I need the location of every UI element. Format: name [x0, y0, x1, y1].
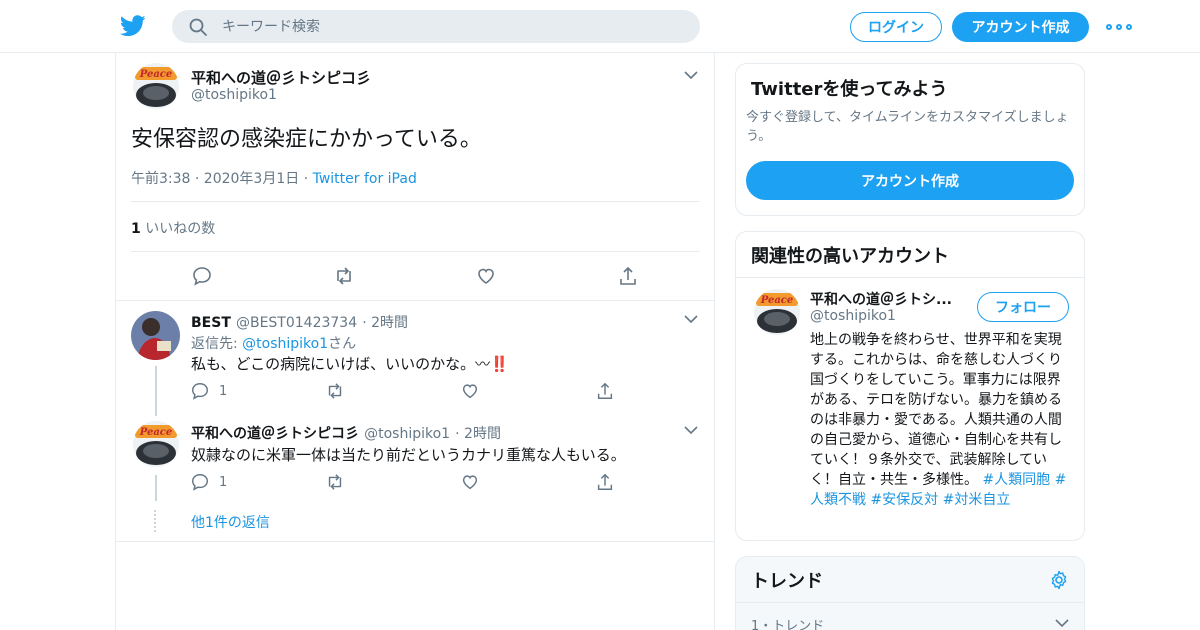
reply-author-name[interactable]: BEST	[191, 315, 231, 331]
try-twitter-title: Twitterを使ってみよう	[751, 79, 948, 100]
hashtag-link[interactable]: #人類同胞	[982, 472, 1050, 488]
like-heart-icon[interactable]	[460, 472, 480, 492]
thread-dots	[154, 510, 158, 532]
trend-item-label[interactable]: 1・トレンド	[751, 615, 824, 630]
retweet-icon[interactable]	[333, 265, 355, 287]
search-bar[interactable]	[172, 10, 700, 43]
reply-count: 1	[219, 384, 228, 399]
divider	[736, 277, 1084, 278]
divider	[131, 251, 700, 252]
related-account-avatar[interactable]: Peace	[754, 289, 800, 335]
login-button[interactable]: ログイン	[850, 12, 942, 42]
share-icon[interactable]	[595, 472, 615, 492]
trends-title: トレンド	[751, 571, 823, 592]
signup-button[interactable]: アカウント作成	[746, 161, 1074, 200]
likes-label: いいねの数	[145, 221, 216, 237]
peace-avatar-image: Peace	[133, 421, 179, 467]
divider	[131, 201, 700, 202]
share-icon[interactable]	[617, 265, 639, 287]
author-handle[interactable]: @toshipiko1	[191, 87, 277, 103]
reply-author-handle[interactable]: @toshipiko1	[364, 426, 450, 442]
reply-to-suffix: さん	[328, 336, 357, 352]
try-twitter-card: Twitterを使ってみよう 今すぐ登録して、タイムラインをカスタマイズしましょ…	[735, 63, 1085, 216]
tweet-source-link[interactable]: Twitter for iPad	[313, 171, 417, 187]
meta-separator: ·	[303, 171, 309, 187]
tweet-timestamp[interactable]: 午前3:38 · 2020年3月1日	[131, 171, 299, 187]
related-accounts-title: 関連性の高いアカウント	[751, 246, 949, 267]
chevron-down-icon[interactable]	[1055, 618, 1069, 628]
avatar-logo-text: Peace	[760, 295, 794, 306]
avatar-logo-text: Peace	[139, 427, 173, 438]
bio-text: 地上の戦争を終わらせ、世界平和を実現する。これからは、命を慈しむ人づくり国づくり…	[810, 332, 1062, 488]
reply-count: 1	[219, 475, 228, 490]
related-accounts-card: 関連性の高いアカウント Peace 平和への道＠彡トシ... @toshipik…	[735, 231, 1085, 541]
like-heart-icon[interactable]	[460, 381, 480, 401]
follow-button[interactable]: フォロー	[977, 292, 1069, 322]
more-options-icon[interactable]	[1106, 17, 1132, 37]
reply-author-avatar[interactable]: Peace	[133, 421, 179, 467]
share-icon[interactable]	[595, 381, 615, 401]
hashtag-link[interactable]: #安保反対	[870, 492, 938, 508]
reply-time[interactable]: · 2時間	[455, 426, 501, 442]
tweet-text: 安保容認の感染症にかかっている。	[131, 127, 482, 152]
hashtag-link[interactable]: #対米自立	[943, 492, 1011, 508]
chevron-down-icon[interactable]	[684, 314, 698, 324]
reply-text: 私も、どこの病院にいけば、いいのかな。〰‼️	[191, 355, 509, 373]
twitter-bird-icon[interactable]	[120, 14, 146, 38]
try-twitter-desc: 今すぐ登録して、タイムラインをカスタマイズしましょう。	[746, 110, 1069, 144]
reply-icon[interactable]	[191, 265, 213, 287]
avatar-logo-text: Peace	[139, 69, 173, 80]
divider	[736, 602, 1084, 603]
main-timeline-column: Peace 平和への道＠彡トシピコ彡 @toshipiko1 安保容認の感染症に…	[115, 53, 715, 630]
related-account-name[interactable]: 平和への道＠彡トシ...	[810, 289, 952, 309]
reply-time[interactable]: · 2時間	[362, 315, 408, 331]
search-input[interactable]	[222, 18, 662, 35]
related-account-handle[interactable]: @toshipiko1	[810, 308, 896, 324]
chevron-down-icon[interactable]	[684, 70, 698, 80]
likes-count: 1	[131, 221, 141, 237]
divider	[116, 541, 714, 542]
thread-connector-line	[155, 366, 157, 416]
likes-stat[interactable]: 1 いいねの数	[131, 218, 215, 238]
like-heart-icon[interactable]	[475, 265, 497, 287]
signup-button[interactable]: アカウント作成	[952, 12, 1089, 42]
reply-author-avatar[interactable]	[131, 311, 180, 360]
author-avatar[interactable]: Peace	[133, 63, 179, 109]
user-avatar-image	[131, 311, 180, 360]
related-account-bio: 地上の戦争を終わらせ、世界平和を実現する。これからは、命を慈しむ人づくり国づくり…	[810, 330, 1072, 510]
reply-author-handle[interactable]: @BEST01423734	[236, 315, 357, 331]
reply-to-handle-link[interactable]: @toshipiko1	[242, 336, 328, 352]
peace-avatar-image: Peace	[754, 289, 800, 335]
reply-to-prefix: 返信先:	[191, 336, 243, 352]
thread-connector-line	[155, 475, 157, 501]
more-replies-link[interactable]: 他1件の返信	[191, 512, 270, 532]
reply-icon[interactable]	[190, 381, 210, 401]
tweet-meta: 午前3:38 · 2020年3月1日 · Twitter for iPad	[131, 168, 417, 188]
reply-icon[interactable]	[190, 472, 210, 492]
search-icon	[189, 18, 207, 36]
settings-gear-icon[interactable]	[1049, 570, 1069, 590]
retweet-icon[interactable]	[325, 472, 345, 492]
trends-card: トレンド 1・トレンド	[735, 556, 1085, 630]
divider	[116, 300, 714, 301]
peace-avatar-image: Peace	[133, 63, 179, 109]
reply-author-name[interactable]: 平和への道＠彡トシピコ彡	[191, 426, 359, 442]
author-name[interactable]: 平和への道＠彡トシピコ彡	[191, 67, 371, 88]
reply-to-line: 返信先: @toshipiko1さん	[191, 333, 356, 353]
top-navigation-bar: ログイン アカウント作成	[0, 0, 1200, 53]
reply-text: 奴隷なのに米軍一体は当たり前だというカナリ重篤な人もいる。	[191, 446, 626, 464]
chevron-down-icon[interactable]	[684, 425, 698, 435]
retweet-icon[interactable]	[325, 381, 345, 401]
